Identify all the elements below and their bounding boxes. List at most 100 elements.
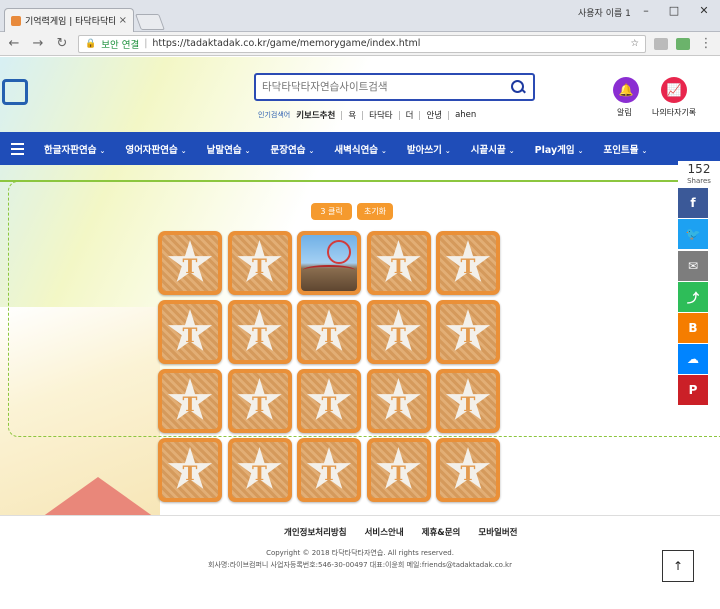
card-letter: T [321, 392, 337, 416]
memory-card[interactable]: T [366, 369, 431, 433]
menu-item-sebeolsik[interactable]: 새벽식연습 ⌄ [324, 142, 397, 156]
hamburger-icon[interactable] [0, 132, 34, 165]
address-bar[interactable]: 🔒 보안 연결 | https://tadaktadak.co.kr/game/… [78, 34, 646, 53]
memory-card[interactable]: T [158, 231, 222, 295]
extension-icon[interactable] [654, 37, 668, 50]
menu-item-korean[interactable]: 한글자판연습 ⌄ [34, 142, 115, 156]
close-window-icon[interactable]: ✕ [694, 4, 714, 18]
extension-2-icon[interactable] [676, 37, 690, 50]
footer-link-service[interactable]: 서비스안내 [365, 526, 404, 538]
memory-card[interactable]: T [297, 369, 361, 433]
menu-item-words[interactable]: 낱말연습 ⌄ [197, 142, 261, 156]
reset-button[interactable]: 초기화 [357, 203, 393, 220]
blogger-icon[interactable]: B [678, 313, 708, 343]
messenger-icon[interactable]: ☁ [678, 344, 708, 374]
click-counter-button[interactable]: 3 클릭 [311, 203, 352, 220]
favicon-icon [11, 15, 21, 26]
email-icon[interactable]: ✉ [678, 251, 708, 281]
bookmark-star-icon[interactable]: ☆ [630, 38, 639, 49]
card-back: T [162, 442, 218, 498]
keyword-link[interactable]: 욕 [348, 109, 356, 121]
memory-card[interactable]: T [158, 369, 222, 433]
keyword-link[interactable]: ahen [455, 110, 476, 120]
card-back: T [440, 373, 496, 429]
memory-card[interactable]: T [297, 438, 361, 502]
scroll-to-top-button[interactable]: ↑ [662, 550, 694, 582]
card-letter: T [252, 461, 267, 485]
popular-label: 인기검색어 [258, 111, 291, 119]
pinterest-icon[interactable]: P [678, 375, 708, 405]
memory-card[interactable]: T [436, 300, 500, 364]
url-text[interactable]: https://tadaktadak.co.kr/game/memorygame… [152, 38, 625, 49]
share-icon[interactable]: ⤴ [678, 282, 708, 312]
footer-link-mobile[interactable]: 모바일버전 [478, 526, 517, 538]
memory-card[interactable]: T [436, 438, 500, 502]
search-icon[interactable] [509, 78, 527, 96]
memory-card[interactable]: T [227, 300, 292, 364]
card-back: T [370, 373, 427, 429]
menu-label: 새벽식연습 [334, 144, 379, 156]
minimize-icon[interactable]: – [636, 4, 656, 18]
card-letter: T [182, 254, 198, 278]
menu-item-english[interactable]: 영어자판연습 ⌄ [115, 142, 196, 156]
card-letter: T [252, 323, 267, 347]
footer-link-contact[interactable]: 제휴&문의 [422, 526, 461, 538]
star-icon: T [167, 378, 213, 420]
card-back: T [440, 304, 496, 360]
divider [448, 110, 450, 120]
keyword-link[interactable]: 키보드추천 [296, 109, 335, 121]
footer-links: 개인정보처리방침 서비스안내 제휴&문의 모바일버전 [284, 526, 517, 538]
tab-close-icon[interactable]: × [119, 15, 127, 26]
keyword-link[interactable]: 안녕 [426, 109, 442, 121]
menu-item-wordchain[interactable]: 시끝시끝 ⌄ [461, 142, 525, 156]
company-info-text: 회사명:라이브컴퍼니 사업자등록번호:546-30-00497 대표:이윤희 메… [208, 561, 512, 569]
memory-card[interactable]: T [227, 231, 292, 295]
back-icon[interactable]: ← [6, 36, 22, 51]
memory-card[interactable]: T [366, 438, 431, 502]
memory-card[interactable]: T [297, 300, 361, 364]
card-back: T [301, 304, 357, 360]
memory-card[interactable]: T [366, 231, 431, 295]
menu-label: 포인트몰 [603, 144, 639, 156]
menu-item-dictation[interactable]: 받아쓰기 ⌄ [397, 142, 461, 156]
menu-dots-icon[interactable]: ⋮ [698, 36, 714, 51]
chevron-down-icon: ⌄ [381, 146, 387, 155]
memory-card[interactable]: T [436, 369, 500, 433]
arrow-up-icon: ↑ [672, 559, 684, 573]
tab-title: 기억력게임 | 타닥타닥타 [25, 17, 115, 27]
card-back: T [162, 373, 218, 429]
keyword-link[interactable]: 타닥타 [369, 109, 392, 121]
star-icon: T [445, 447, 491, 489]
chevron-down-icon: ⌄ [180, 146, 187, 155]
keyword-link[interactable]: 더 [406, 109, 414, 121]
site-logo[interactable] [2, 79, 36, 139]
memory-card[interactable]: T [366, 300, 431, 364]
memory-card[interactable]: T [158, 300, 222, 364]
maximize-icon[interactable]: □ [664, 4, 684, 18]
reload-icon[interactable]: ↻ [54, 36, 70, 51]
forward-icon[interactable]: → [30, 36, 46, 51]
browser-tab[interactable]: 기억력게임 | 타닥타닥타 × [4, 8, 134, 32]
search-input[interactable] [262, 81, 509, 93]
card-back: T [231, 373, 288, 429]
popular-keywords: 인기검색어 키보드추천 욕 타닥타 더 안녕 ahen [258, 109, 476, 121]
bell-icon[interactable]: 🔔 [613, 77, 639, 103]
divider [362, 110, 364, 120]
memory-card[interactable] [297, 231, 361, 295]
twitter-icon[interactable]: 🐦 [678, 219, 708, 249]
memory-card[interactable]: T [158, 438, 222, 502]
chart-icon[interactable]: 📈 [661, 77, 687, 103]
memory-card[interactable]: T [227, 369, 292, 433]
chevron-down-icon: ⌄ [508, 146, 515, 155]
menu-item-play-game[interactable]: Play게임 ⌄ [525, 142, 594, 156]
card-back: T [231, 442, 288, 498]
facebook-icon[interactable]: f [678, 188, 708, 218]
menu-item-point-mall[interactable]: 포인트몰 ⌄ [594, 142, 658, 156]
footer-link-privacy[interactable]: 개인정보처리방침 [284, 526, 347, 538]
new-tab-button[interactable] [135, 14, 165, 30]
memory-card[interactable]: T [436, 231, 500, 295]
site-search [254, 73, 535, 101]
card-letter: T [460, 323, 476, 347]
memory-card[interactable]: T [227, 438, 292, 502]
menu-item-sentences[interactable]: 문장연습 ⌄ [261, 142, 325, 156]
